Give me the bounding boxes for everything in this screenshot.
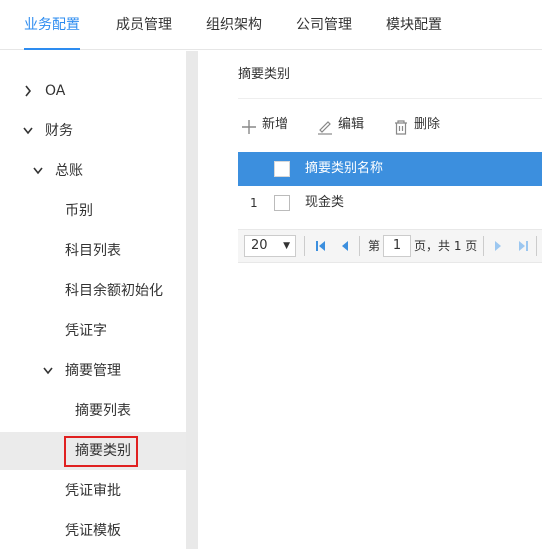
sidebar-item-voucher-approval[interactable]: 凭证审批 (0, 472, 186, 510)
sidebar: OA 财务 总账 币别 科目列表 科目余额初始化 凭证字 摘要管理 摘要列表 摘… (0, 51, 186, 549)
tab-member-management[interactable]: 成员管理 (116, 0, 172, 50)
sidebar-item-account-list[interactable]: 科目列表 (0, 232, 186, 270)
tab-org-structure[interactable]: 组织架构 (206, 0, 262, 50)
sidebar-item-voucher-word[interactable]: 凭证字 (0, 312, 186, 350)
divider (483, 236, 484, 256)
page-size-value: 20 (251, 238, 268, 253)
tab-business-config[interactable]: 业务配置 (24, 0, 80, 50)
column-header-category-name[interactable]: 摘要类别名称 (305, 152, 383, 186)
sidebar-item-summary-management[interactable]: 摘要管理 (0, 352, 186, 390)
tab-company-management[interactable]: 公司管理 (296, 0, 352, 50)
sidebar-scrollbar[interactable] (186, 51, 198, 549)
sidebar-item-summary-category[interactable]: 摘要类别 (0, 432, 186, 470)
divider (359, 236, 360, 256)
sidebar-item-oa[interactable]: OA (0, 72, 186, 110)
sidebar-item-label: 科目列表 (65, 243, 121, 259)
add-button[interactable]: 新增 (240, 107, 288, 143)
pagination-bar: 20 ▼ 第 1 页，共 1 页 (238, 229, 542, 263)
breadcrumb: 摘要类别 (238, 51, 542, 99)
plus-icon (240, 115, 258, 134)
sidebar-item-account-balance-init[interactable]: 科目余额初始化 (0, 272, 186, 310)
sidebar-item-label: 总账 (55, 163, 83, 179)
page-label-suffix: 页，共 1 页 (414, 239, 478, 253)
page-number-input[interactable]: 1 (383, 235, 411, 257)
grid-header: 摘要类别名称 (238, 152, 542, 186)
delete-button-label: 删除 (414, 117, 441, 132)
next-page-icon[interactable] (491, 238, 505, 254)
sidebar-item-summary-list[interactable]: 摘要列表 (0, 392, 186, 430)
previous-page-icon[interactable] (338, 238, 352, 254)
select-all-checkbox[interactable] (274, 161, 290, 177)
delete-button[interactable]: 删除 (392, 107, 440, 143)
first-page-icon[interactable] (314, 238, 328, 254)
sidebar-item-currency[interactable]: 币别 (0, 192, 186, 230)
edit-button-label: 编辑 (338, 117, 365, 132)
sidebar-item-label: 币别 (65, 203, 93, 219)
divider (536, 236, 537, 256)
page-size-select[interactable]: 20 ▼ (244, 235, 296, 257)
add-button-label: 新增 (262, 117, 289, 132)
main-content: 摘要类别 新增 编辑 删除 摘要类别名称 1 现金类 20 ▼ 第 1 页，共 … (198, 51, 542, 549)
divider (304, 236, 305, 256)
sidebar-item-label: 财务 (45, 123, 73, 139)
last-page-icon[interactable] (516, 238, 530, 254)
top-nav: 业务配置 成员管理 组织架构 公司管理 模块配置 (0, 0, 542, 50)
sidebar-item-voucher-template[interactable]: 凭证模板 (0, 512, 186, 549)
sidebar-item-finance[interactable]: 财务 (0, 112, 186, 150)
sidebar-item-general-ledger[interactable]: 总账 (0, 152, 186, 190)
table-row[interactable]: 1 现金类 (238, 186, 542, 220)
sidebar-item-label: 摘要列表 (75, 403, 131, 419)
sidebar-item-label: 摘要类别 (75, 443, 131, 459)
pencil-icon (316, 115, 334, 135)
cell-category-name: 现金类 (305, 195, 345, 210)
edit-button[interactable]: 编辑 (316, 107, 364, 143)
row-checkbox[interactable] (274, 195, 290, 211)
page-label-prefix: 第 (368, 239, 381, 253)
caret-down-icon: ▼ (283, 241, 290, 251)
sidebar-item-label: 凭证模板 (65, 523, 121, 539)
row-number: 1 (250, 196, 258, 210)
sidebar-item-label: 科目余额初始化 (65, 283, 163, 299)
tab-module-config[interactable]: 模块配置 (386, 0, 442, 50)
sidebar-item-label: OA (45, 83, 66, 99)
sidebar-item-label: 摘要管理 (65, 363, 121, 379)
sidebar-item-label: 凭证字 (65, 323, 107, 339)
sidebar-item-label: 凭证审批 (65, 483, 121, 499)
toolbar: 新增 编辑 删除 (238, 107, 542, 143)
trash-icon (392, 115, 410, 135)
